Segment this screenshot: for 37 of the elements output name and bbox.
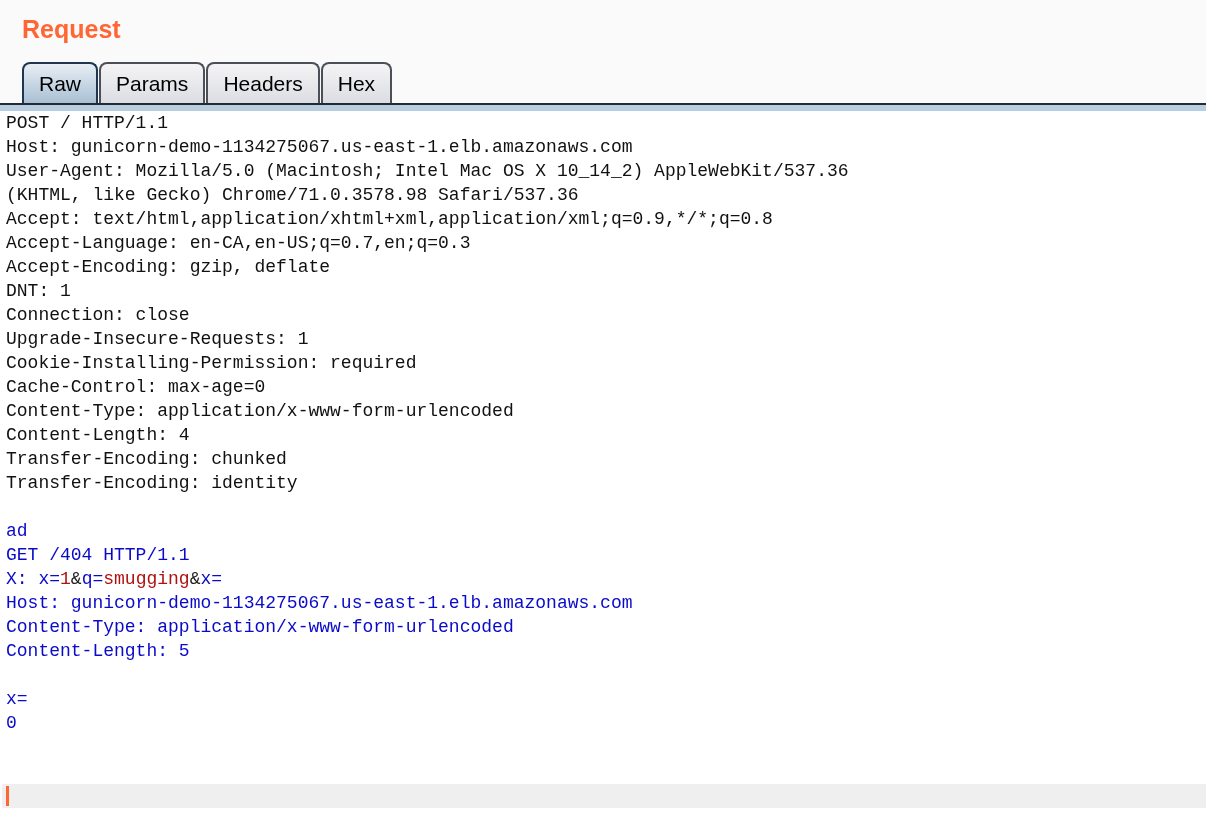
text-cursor-icon <box>6 786 9 806</box>
tab[interactable]: Raw <box>22 62 98 103</box>
code-text: GET /404 HTTP/1.1 <box>6 545 190 565</box>
input-field[interactable] <box>2 784 1206 808</box>
code-text: POST / HTTP/1.1 <box>6 113 169 133</box>
code-text: & <box>189 569 201 589</box>
tab[interactable]: Hex <box>320 62 393 103</box>
code-text: q= <box>81 569 104 589</box>
code-text: x= <box>6 689 28 709</box>
code-text: Connection: close <box>6 305 190 325</box>
panel-title: Request <box>22 14 122 45</box>
code-text: Host: gunicorn-demo-1134275067.us-east-1.elb.amazonaws.com <box>6 593 633 613</box>
code-text: Content-Length: 4 <box>6 425 190 445</box>
code-text: Content-Type: application/x-www-form-urlencoded <box>6 401 514 421</box>
code-text: Accept: text/html,application/xhtml+xml,application/xml;q=0.9,*/*;q=0.8 <box>6 209 773 229</box>
code-text: Host: gunicorn-demo-1134275067.us-east-1.elb.amazonaws.com <box>6 137 633 157</box>
code-text: Accept-Language: en-CA,en-US;q=0.7,en;q=0.3 <box>6 233 471 253</box>
tab[interactable]: Headers <box>206 62 320 103</box>
code-text: Content-Type: application/x-www-form-urlencoded <box>6 617 514 637</box>
code-text: DNT: 1 <box>6 281 71 301</box>
code-text: Transfer-Encoding: identity <box>6 473 298 493</box>
code-text: & <box>70 569 82 589</box>
code-text: Content-Length: 5 <box>6 641 190 661</box>
code-text: 0 <box>6 713 17 733</box>
code-text: X: x= <box>6 569 60 589</box>
code-text: Accept-Encoding: gzip, deflate <box>6 257 331 277</box>
code-text: User-Agent: Mozilla/5.0 (Macintosh; Intel Mac OS X 10_14_2) AppleWebKit/537.36 <box>6 161 849 181</box>
code-text: Cookie-Installing-Permission: required <box>6 353 417 373</box>
tab[interactable]: Params <box>99 62 206 103</box>
code-text: ad <box>6 521 28 541</box>
code-text: Transfer-Encoding: chunked <box>6 449 287 469</box>
code-text: (KHTML, like Gecko) Chrome/71.0.3578.98 Safari/537.36 <box>6 185 579 205</box>
code-text: Upgrade-Insecure-Requests: 1 <box>6 329 309 349</box>
code-text: 1 <box>60 569 71 589</box>
code-text: smugging <box>103 569 190 589</box>
code-text: x= <box>200 569 223 589</box>
code-text: Cache-Control: max-age=0 <box>6 377 266 397</box>
